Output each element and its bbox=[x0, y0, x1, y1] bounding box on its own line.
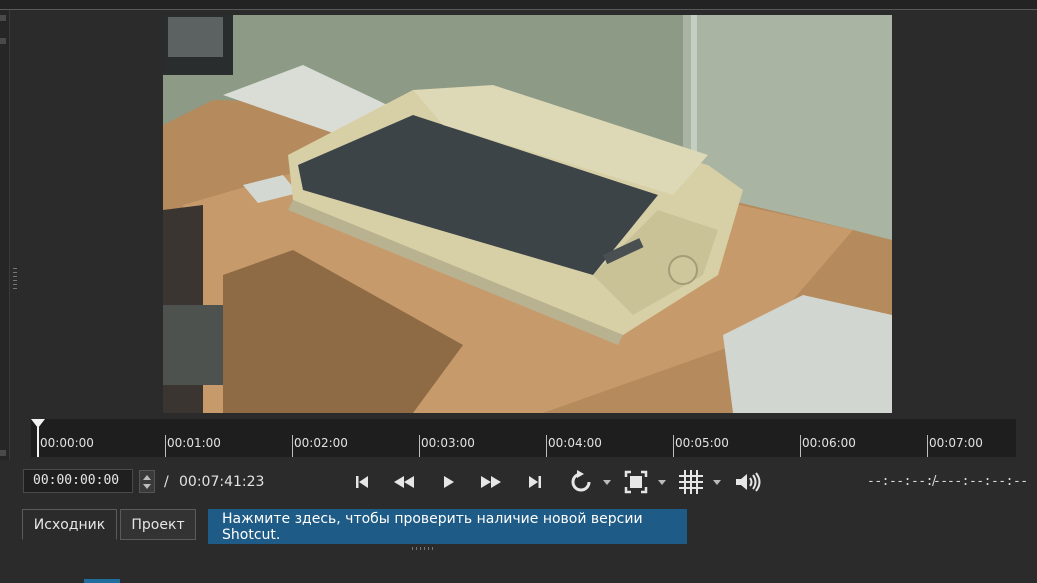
bottom-splitter-handle[interactable] bbox=[412, 547, 434, 550]
dock-notch-top bbox=[0, 15, 6, 21]
ruler-label: 00:05:00 bbox=[675, 436, 729, 450]
zoom-fit-button[interactable] bbox=[622, 468, 650, 496]
grid-icon bbox=[679, 470, 703, 494]
in-out-separator: / bbox=[932, 474, 936, 489]
video-frame bbox=[163, 15, 892, 413]
spinner-down-icon[interactable] bbox=[143, 484, 151, 489]
volume-icon bbox=[736, 472, 761, 492]
duration-separator: / bbox=[164, 474, 169, 490]
loop-dropdown-icon[interactable] bbox=[603, 480, 611, 485]
ruler-tick bbox=[800, 435, 801, 457]
grid-button[interactable] bbox=[677, 468, 705, 496]
ruler-label: 00:01:00 bbox=[167, 436, 221, 450]
ruler-tick bbox=[419, 435, 420, 457]
zoom-fit-icon bbox=[624, 470, 648, 494]
tab-project[interactable]: Проект bbox=[120, 509, 196, 540]
skip-to-end-button[interactable] bbox=[523, 468, 547, 496]
ruler-tick bbox=[546, 435, 547, 457]
play-button[interactable] bbox=[436, 468, 460, 496]
rewind-button[interactable] bbox=[390, 468, 418, 496]
tab-source[interactable]: Исходник bbox=[22, 509, 117, 540]
ruler-tick bbox=[673, 435, 674, 457]
highlight-sliver bbox=[84, 579, 120, 583]
ruler-label: 00:06:00 bbox=[802, 436, 856, 450]
zoom-dropdown-icon[interactable] bbox=[658, 480, 666, 485]
total-duration: 00:07:41:23 bbox=[179, 474, 265, 490]
ruler-label: 00:04:00 bbox=[548, 436, 602, 450]
spinner-up-icon[interactable] bbox=[143, 475, 151, 480]
top-panel-border bbox=[0, 0, 1037, 10]
skip-to-start-button[interactable] bbox=[350, 468, 374, 496]
ruler-tick bbox=[927, 435, 928, 457]
playhead-marker[interactable] bbox=[31, 419, 45, 457]
timeline-ruler[interactable]: 00:00:00 00:01:00 00:02:00 00:03:00 00:0… bbox=[31, 419, 1016, 457]
update-check-banner[interactable]: Нажмите здесь, чтобы проверить наличие н… bbox=[208, 509, 687, 544]
rewind-icon bbox=[394, 476, 414, 488]
timecode-spinner[interactable] bbox=[139, 470, 155, 493]
ruler-label: 00:07:00 bbox=[929, 436, 983, 450]
volume-button[interactable] bbox=[733, 468, 763, 496]
ruler-label: 00:02:00 bbox=[294, 436, 348, 450]
grid-dropdown-icon[interactable] bbox=[713, 480, 721, 485]
ruler-label: 00:00:00 bbox=[40, 436, 94, 450]
ruler-tick bbox=[165, 435, 166, 457]
fast-forward-button[interactable] bbox=[477, 468, 505, 496]
skip-to-start-icon bbox=[356, 476, 368, 488]
play-icon bbox=[444, 476, 454, 488]
dock-notch-bottom bbox=[0, 450, 6, 456]
ruler-label: 00:03:00 bbox=[421, 436, 475, 450]
fast-forward-icon bbox=[481, 476, 501, 488]
loop-button[interactable] bbox=[566, 468, 596, 496]
dock-notch bbox=[0, 38, 6, 44]
left-dock-strip bbox=[0, 10, 10, 460]
loop-icon bbox=[571, 470, 591, 492]
left-splitter-handle[interactable] bbox=[13, 268, 17, 290]
current-timecode-field[interactable]: 00:00:00:00 bbox=[23, 469, 133, 493]
skip-to-end-icon bbox=[529, 476, 541, 488]
ruler-tick bbox=[292, 435, 293, 457]
video-preview[interactable] bbox=[163, 15, 892, 413]
out-point-timecode: --:--:--:-- bbox=[947, 474, 1028, 489]
